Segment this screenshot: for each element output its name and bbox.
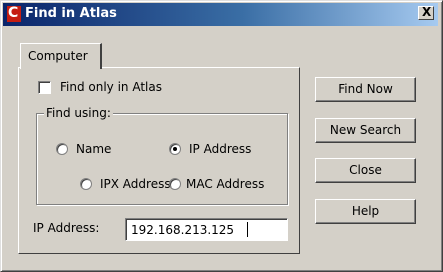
radio-mac-address[interactable] <box>169 178 181 190</box>
find-only-in-atlas-checkbox[interactable] <box>38 81 51 94</box>
radio-ipx-address[interactable] <box>80 178 92 190</box>
ip-address-input[interactable]: 192.168.213.125 <box>125 218 288 241</box>
title-bar[interactable]: Find in Atlas X <box>3 3 438 26</box>
close-button[interactable]: Close <box>315 158 416 183</box>
radio-name[interactable] <box>56 143 68 155</box>
help-button[interactable]: Help <box>315 199 416 224</box>
radio-ipx-address-label[interactable]: IPX Address <box>100 177 171 191</box>
text-caret <box>247 222 248 237</box>
close-icon: X <box>422 5 432 19</box>
find-using-label: Find using: <box>44 106 113 120</box>
ip-address-label: IP Address: <box>33 221 100 235</box>
radio-ip-address-label[interactable]: IP Address <box>189 142 251 156</box>
ip-address-value: 192.168.213.125 <box>131 223 235 237</box>
tab-computer[interactable]: Computer <box>20 43 102 69</box>
tab-computer-label: Computer <box>28 49 88 63</box>
radio-name-label[interactable]: Name <box>76 142 111 156</box>
find-now-button[interactable]: Find Now <box>315 77 416 102</box>
atlas-app-icon <box>7 5 21 22</box>
radio-mac-address-label[interactable]: MAC Address <box>186 177 264 191</box>
find-using-group <box>36 113 288 205</box>
radio-selected-dot <box>173 147 177 151</box>
new-search-button[interactable]: New Search <box>315 118 416 143</box>
close-window-button[interactable]: X <box>418 5 434 20</box>
find-only-in-atlas-label[interactable]: Find only in Atlas <box>60 80 162 94</box>
window-title: Find in Atlas <box>25 6 117 21</box>
radio-ip-address[interactable] <box>169 143 181 155</box>
